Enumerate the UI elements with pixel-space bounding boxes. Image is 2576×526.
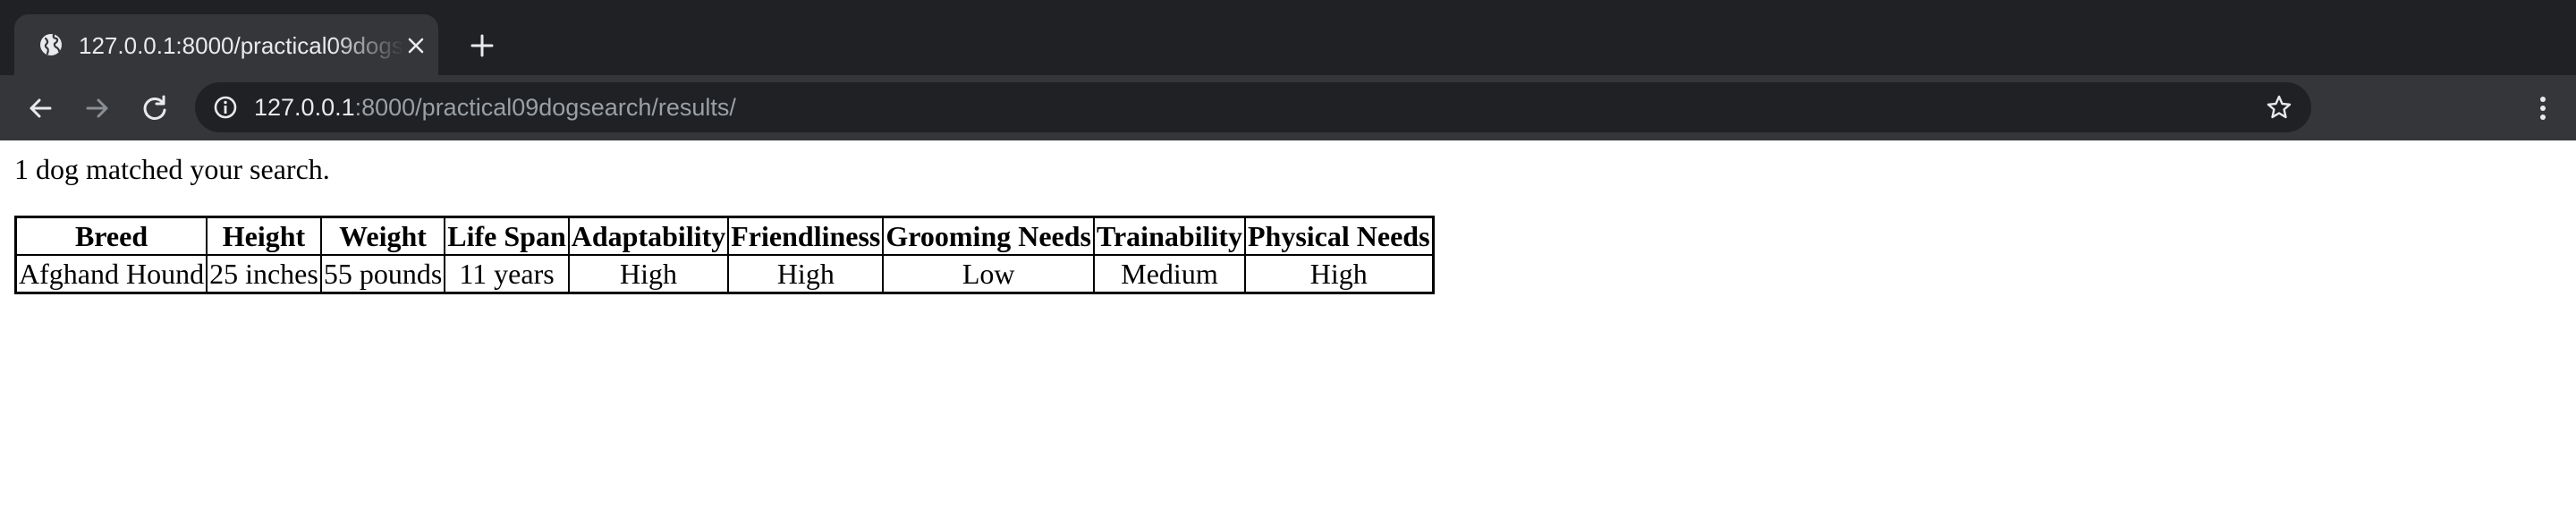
forward-arrow-icon[interactable]	[79, 89, 116, 127]
column-header: Life Span	[445, 217, 569, 255]
table-cell: High	[1244, 255, 1433, 293]
table-header-row: Breed Height Weight Life Span Adaptabili…	[16, 217, 1433, 255]
bookmark-star-icon[interactable]	[2265, 93, 2293, 122]
tab-strip: 127.0.0.1:8000/practical09dogsearch/resu…	[0, 0, 2576, 75]
url-text[interactable]: 127.0.0.1:8000/practical09dogsearch/resu…	[254, 92, 736, 123]
kebab-menu-icon[interactable]	[2524, 89, 2562, 127]
column-header: Grooming Needs	[883, 217, 1094, 255]
result-summary: 1 dog matched your search.	[14, 153, 330, 185]
table-cell: 25 inches	[207, 255, 321, 293]
page-content: 1 dog matched your search. Breed Height …	[0, 140, 2576, 526]
table-cell: 55 pounds	[320, 255, 445, 293]
reload-icon[interactable]	[136, 89, 174, 127]
browser-chrome: 127.0.0.1:8000/practical09dogsearch/resu…	[0, 0, 2576, 140]
column-header: Height	[207, 217, 321, 255]
close-icon[interactable]	[404, 34, 428, 57]
table-cell: High	[728, 255, 884, 293]
column-header: Adaptability	[568, 217, 729, 255]
column-header: Friendliness	[728, 217, 884, 255]
url-host: 127.0.0.1	[254, 94, 355, 121]
browser-tab-active[interactable]: 127.0.0.1:8000/practical09dogsearch/resu…	[14, 14, 438, 75]
browser-toolbar: 127.0.0.1:8000/practical09dogsearch/resu…	[0, 75, 2576, 140]
back-arrow-icon[interactable]	[21, 89, 59, 127]
new-tab-plus-icon[interactable]	[463, 27, 501, 64]
column-header: Trainability	[1094, 217, 1245, 255]
column-header: Weight	[320, 217, 445, 255]
globe-icon	[40, 33, 62, 55]
table-cell: Afghand Hound	[16, 255, 208, 293]
results-table: Breed Height Weight Life Span Adaptabili…	[14, 216, 1435, 294]
url-path: :8000/practical09dogsearch/results/	[354, 94, 736, 121]
table-cell: High	[568, 255, 729, 293]
table-cell: Medium	[1094, 255, 1245, 293]
table-cell: Low	[883, 255, 1094, 293]
table-row: Afghand Hound 25 inches 55 pounds 11 yea…	[16, 255, 1433, 293]
column-header: Breed	[16, 217, 208, 255]
table-cell: 11 years	[445, 255, 569, 293]
column-header: Physical Needs	[1244, 217, 1433, 255]
address-bar[interactable]: 127.0.0.1:8000/practical09dogsearch/resu…	[195, 82, 2311, 132]
tab-title: 127.0.0.1:8000/practical09dogsearch/resu…	[79, 32, 404, 59]
info-icon[interactable]	[211, 93, 240, 122]
